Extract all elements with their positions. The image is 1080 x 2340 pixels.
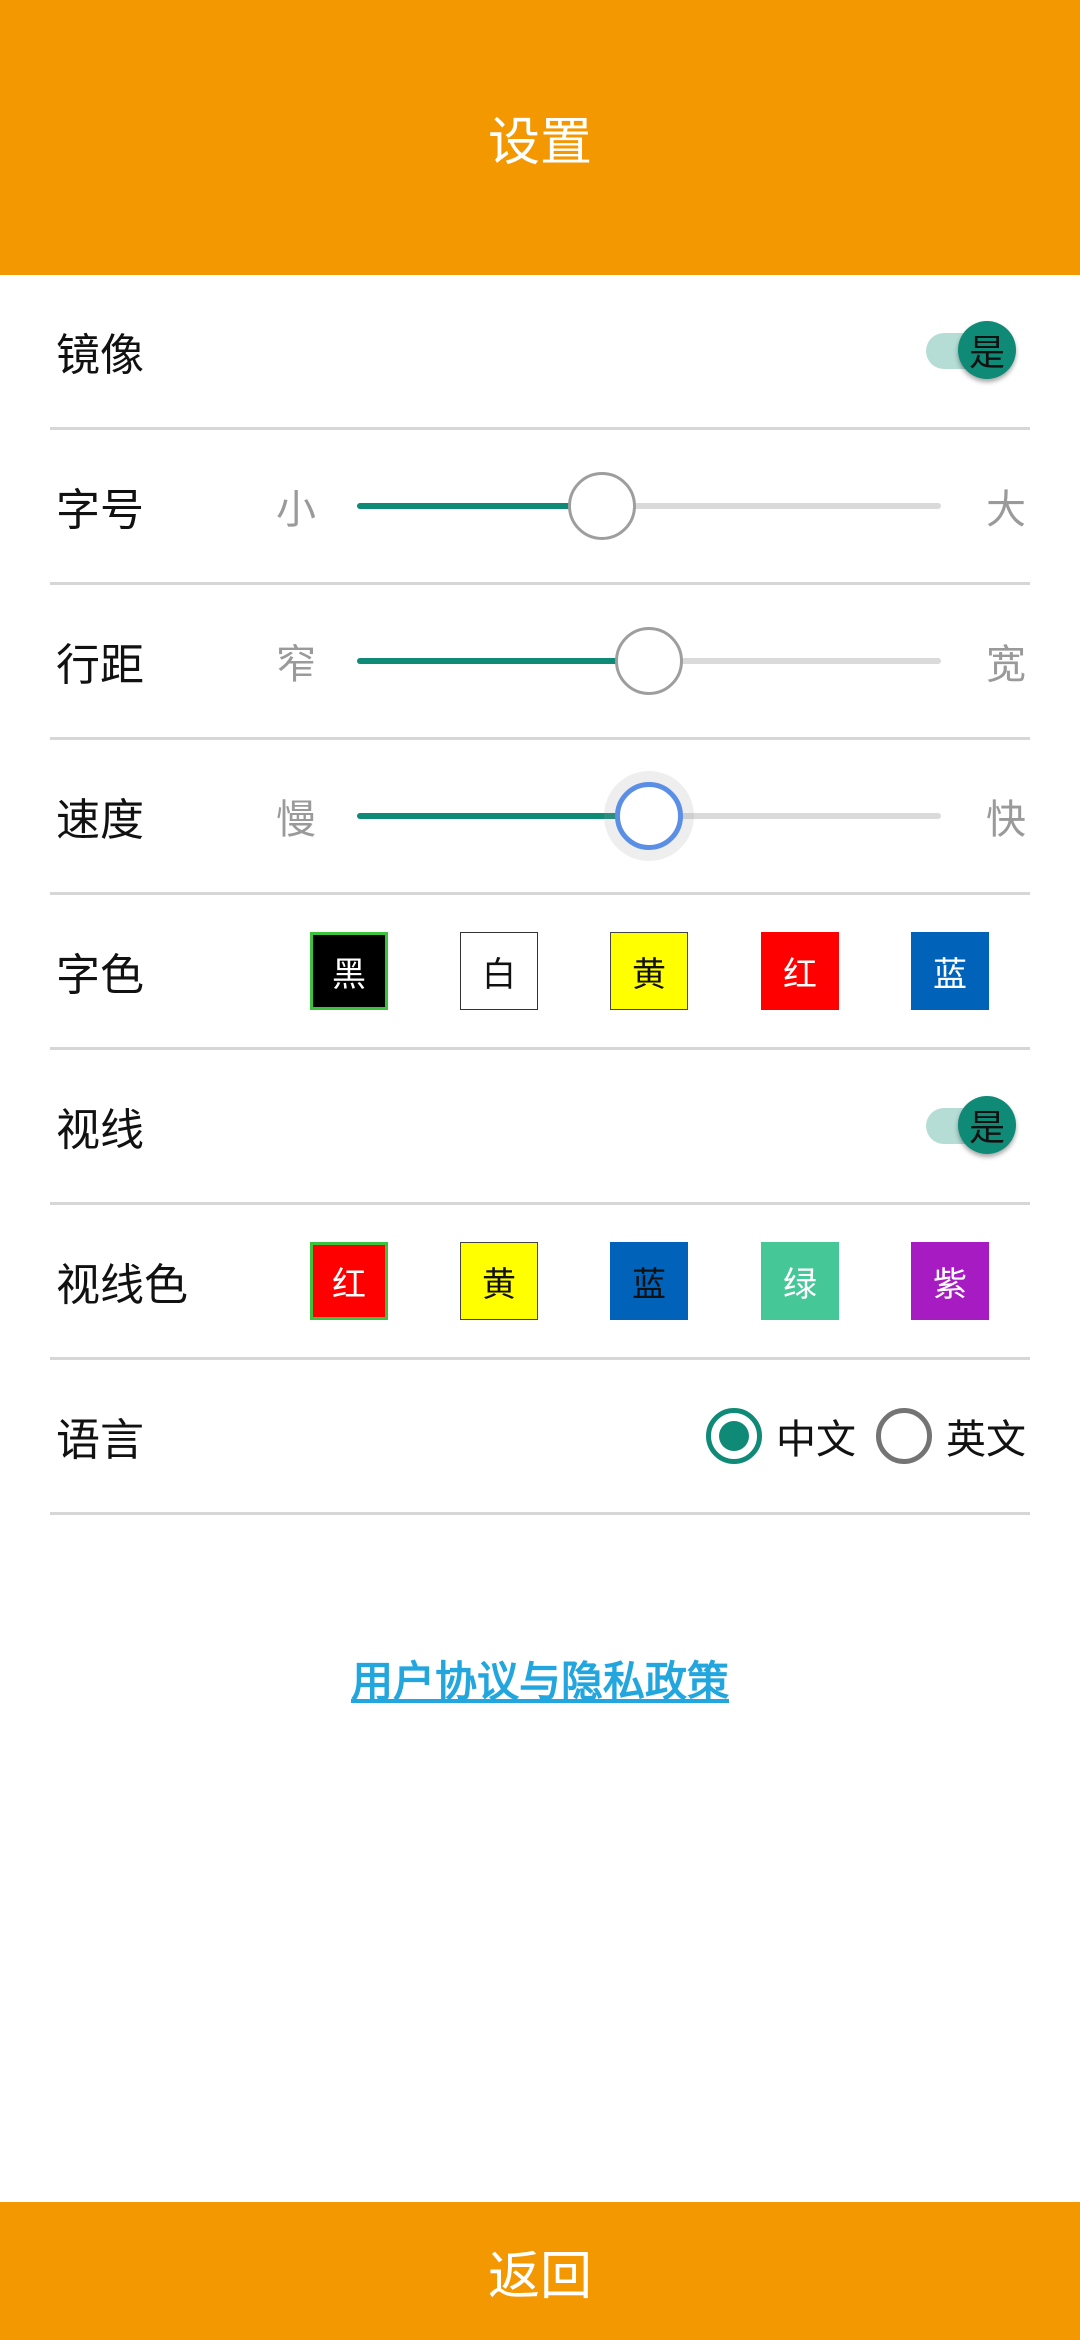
font-color-swatch-yellow[interactable]: 黄: [610, 932, 688, 1010]
setting-row-language: 语言 中文 英文: [50, 1360, 1030, 1515]
privacy-policy-link[interactable]: 用户协议与隐私政策: [0, 1648, 1080, 1709]
speed-slider-thumb[interactable]: [615, 782, 683, 850]
font-size-slider[interactable]: [357, 472, 941, 540]
speed-label: 速度: [56, 795, 144, 846]
mirror-toggle-thumb: 是: [958, 321, 1016, 379]
speed-slider[interactable]: [357, 771, 941, 861]
font-size-max-label: 大: [986, 487, 1026, 533]
sightline-color-label: 视线色: [56, 1260, 188, 1311]
font-size-slider-thumb[interactable]: [568, 472, 637, 540]
back-button-label: 返回: [487, 2246, 592, 2307]
speed-max-label: 快: [986, 797, 1026, 843]
setting-row-sightline-color: 视线色 红 黄 蓝 绿 紫: [50, 1205, 1030, 1360]
font-size-slider-fill: [357, 503, 603, 509]
language-label: 语言: [56, 1415, 144, 1466]
font-color-label: 字色: [56, 950, 144, 1001]
speed-min-label: 慢: [276, 797, 316, 843]
sightline-color-swatch-green[interactable]: 绿: [761, 1242, 839, 1320]
sightline-color-swatch-red[interactable]: 红: [310, 1242, 388, 1320]
font-size-min-label: 小: [276, 487, 316, 533]
font-color-swatch-red[interactable]: 红: [761, 932, 839, 1010]
mirror-toggle[interactable]: 是: [926, 321, 1016, 381]
language-option-label: 英文: [946, 1417, 1026, 1463]
language-option-label: 中文: [776, 1417, 856, 1463]
language-option-chinese[interactable]: 中文: [706, 1407, 856, 1465]
setting-row-speed: 速度 慢 快: [50, 740, 1030, 895]
sightline-color-swatch-blue[interactable]: 蓝: [610, 1242, 688, 1320]
radio-dot: [719, 1421, 749, 1451]
line-spacing-label: 行距: [56, 640, 144, 691]
setting-row-sightline: 视线 是: [50, 1050, 1030, 1205]
line-spacing-slider-fill: [357, 658, 649, 664]
sightline-toggle-thumb: 是: [958, 1096, 1016, 1154]
setting-row-font-color: 字色 黑 白 黄 红 蓝: [50, 895, 1030, 1050]
radio-checked-icon: [706, 1408, 762, 1464]
line-spacing-slider-thumb[interactable]: [615, 627, 683, 695]
sightline-toggle[interactable]: 是: [926, 1096, 1016, 1156]
back-button[interactable]: 返回: [0, 2202, 1080, 2340]
radio-unchecked-icon: [876, 1408, 932, 1464]
sightline-color-swatch-purple[interactable]: 紫: [911, 1242, 989, 1320]
font-color-swatch-white[interactable]: 白: [460, 932, 538, 1010]
font-size-label: 字号: [56, 485, 144, 536]
page-title: 设置: [487, 113, 592, 173]
language-option-english[interactable]: 英文: [876, 1407, 1026, 1465]
line-spacing-slider[interactable]: [357, 627, 941, 695]
line-spacing-min-label: 窄: [276, 642, 316, 688]
sightline-label: 视线: [56, 1105, 144, 1156]
line-spacing-max-label: 宽: [986, 642, 1026, 688]
font-color-swatch-blue[interactable]: 蓝: [911, 932, 989, 1010]
mirror-label: 镜像: [56, 330, 144, 381]
language-radio-group: 中文 英文: [686, 1407, 1026, 1465]
sightline-color-swatch-yellow[interactable]: 黄: [460, 1242, 538, 1320]
header-bar: 设置: [0, 0, 1080, 275]
font-color-swatch-black[interactable]: 黑: [310, 932, 388, 1010]
setting-row-font-size: 字号 小 大: [50, 430, 1030, 585]
setting-row-mirror: 镜像 是: [50, 275, 1030, 430]
setting-row-line-spacing: 行距 窄 宽: [50, 585, 1030, 740]
